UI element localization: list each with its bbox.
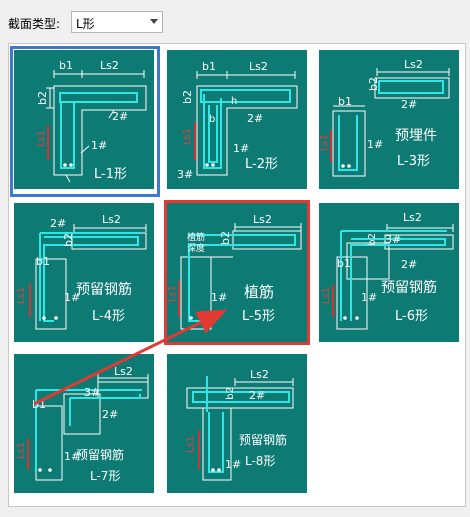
l2-bar3-label: 3# [177,168,194,181]
l8-bar1-label: 1# [225,458,242,471]
l1-caption: L-1形 [94,167,127,182]
l7-b1-label: b1 [32,398,46,411]
l7-caption: L-7形 [90,469,121,483]
l1-ls2-label: Ls2 [100,59,119,72]
thumb-l1[interactable]: b1 Ls2 b2 2# 1# Ls1 L-1形 [10,46,160,197]
l4-title: 预留钢筋 [76,282,132,298]
l3-b1-label: b1 [338,95,352,108]
l1-ls1-label: Ls1 [36,130,47,148]
l5-title: 植筋 [244,283,275,301]
thumb-l4[interactable]: 2# Ls2 b2 b1 1# Ls1 预留钢筋 L-4形 [10,199,160,350]
l4-b1-label: b1 [36,255,50,268]
thumb-l8-image: Ls2 b2 2# 1# Ls1 预留钢筋 L-8形 [167,354,307,493]
l8-ls2-label: Ls2 [250,368,269,381]
l8-bar2-label: 2# [249,389,266,402]
l5-plant-depth-label-2: 深度 [187,244,206,254]
l5-diagram [178,223,302,330]
l7-bar3-label: 3# [84,386,101,399]
thumb-l6-image: Ls2 b2 3# b1 2# 1# Ls1 预留钢筋 L-6形 [319,203,459,342]
l3-ls1-label: Ls1 [319,134,330,152]
l7-title: 预留钢筋 [76,448,125,462]
thumb-l3[interactable]: Ls2 b2 b1 2# 1# Ls1 预埋件 L-3形 [315,46,465,197]
l4-diagram [29,224,147,330]
l3-diagram [330,68,450,177]
toolbar: 截面类型: L形 [0,0,470,42]
thumb-l2-image: b1 Ls2 b2 h b 2# 1# 3# Ls1 L-2形 [167,50,307,189]
l2-caption: L-2形 [245,157,278,172]
thumb-l7-image: Ls2 b1 3# 2# 1# Ls1 预留钢筋 L-7形 [14,354,154,493]
l3-bar1-label: 1# [367,138,384,151]
thumb-l3-image: Ls2 b2 b1 2# 1# Ls1 预埋件 L-3形 [319,50,459,189]
l8-diagram [186,376,294,481]
thumb-l5-image: Ls2 植筋 深度 b2 1# Ls1 植筋 L-5形 [164,200,310,345]
l4-caption: L-4形 [92,309,125,324]
l6-bar1-label: 1# [361,291,378,304]
l4-ls2-label: Ls2 [102,213,121,226]
thumb-l1-image: b1 Ls2 b2 2# 1# Ls1 L-1形 [14,50,154,189]
l8-title: 预留钢筋 [239,433,288,447]
l1-b2-label: b2 [36,91,49,105]
l2-b-label: b [209,114,216,125]
section-type-value: L形 [76,17,95,31]
l3-ls2-label: Ls2 [404,58,423,71]
l1-diagram [46,70,147,183]
l6-ls2-label: Ls2 [403,211,422,224]
thumb-l5[interactable]: Ls2 植筋 深度 b2 1# Ls1 植筋 L-5形 [163,199,313,350]
l5-b2-label: b2 [219,231,232,245]
l6-b1-label: b1 [337,257,351,270]
l5-bar1-label: 1# [211,291,228,304]
section-thumbnail-grid: b1 Ls2 b2 2# 1# Ls1 L-1形 b1 Ls2 b2 h b 2… [8,43,466,507]
l6-title: 预留钢筋 [381,280,437,296]
chevron-down-icon [150,19,158,24]
l6-diagram [332,224,454,330]
l6-bar3-label: 3# [385,233,402,246]
l4-ls1-label: Ls1 [16,287,27,305]
l2-b2-label: b2 [181,90,194,104]
l6-ls1-label: Ls1 [321,287,332,305]
l1-b1-label: b1 [59,59,73,72]
thumb-l4-image: 2# Ls2 b2 b1 1# Ls1 预留钢筋 L-4形 [14,203,154,342]
section-type-label: 截面类型: [8,17,61,31]
l8-caption: L-8形 [245,454,276,468]
l1-bar1-label: 1# [91,139,108,152]
thumb-l8[interactable]: Ls2 b2 2# 1# Ls1 预留钢筋 L-8形 [163,350,313,501]
l4-b2-label: b2 [62,233,75,247]
l2-b1-label: b1 [202,60,216,73]
l4-bar2-label: 2# [50,217,67,230]
l6-caption: L-6形 [395,309,428,324]
l8-ls1-label: Ls1 [185,436,196,454]
l8-b2-label: b2 [225,387,236,400]
l7-ls2-label: Ls2 [114,365,133,378]
l5-ls1-label: Ls1 [167,285,178,303]
l2-ls1-label: Ls1 [182,128,193,146]
l7-diagram [27,374,149,481]
l5-caption: L-5形 [242,309,275,324]
l2-bar2-label: 2# [247,112,264,125]
l3-caption: L-3形 [397,154,430,169]
thumb-l6[interactable]: Ls2 b2 3# b1 2# 1# Ls1 预留钢筋 L-6形 [315,199,465,350]
thumb-l2[interactable]: b1 Ls2 b2 h b 2# 1# 3# Ls1 L-2形 [163,46,313,197]
l2-ls2-label: Ls2 [249,60,268,73]
thumb-l7[interactable]: Ls2 b1 3# 2# 1# Ls1 预留钢筋 L-7形 [10,350,160,501]
l6-b2-label: b2 [367,233,378,246]
l2-h-label: h [231,96,238,107]
section-type-select[interactable]: L形 [71,11,163,33]
l1-bar2-label: 2# [112,110,129,123]
l3-title: 预埋件 [395,128,437,144]
l6-bar2-label: 2# [401,258,418,271]
l7-ls1-label: Ls1 [16,442,27,460]
l3-bar2-label: 2# [401,98,418,111]
l7-bar2-label: 2# [102,408,119,421]
l3-b2-label: b2 [367,77,380,91]
l5-ls2-label: Ls2 [253,213,272,226]
